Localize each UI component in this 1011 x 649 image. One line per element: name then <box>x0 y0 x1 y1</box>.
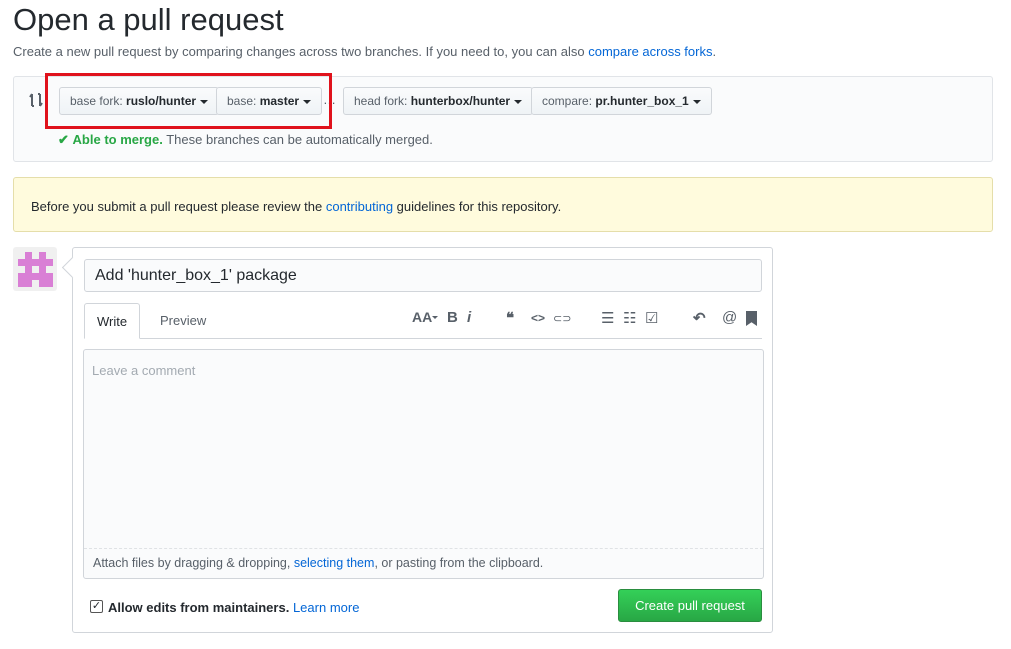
page-subtitle: Create a new pull request by comparing c… <box>13 44 717 59</box>
unordered-list-icon[interactable]: ☰ <box>601 309 614 327</box>
caret-down-icon <box>692 99 701 104</box>
header-icon[interactable]: AA <box>412 309 432 325</box>
selecting-them-link[interactable]: selecting them <box>294 556 375 570</box>
compare-arrows-icon <box>29 93 43 107</box>
compare-branch-select[interactable]: compare: pr.hunter_box_1 <box>531 87 712 115</box>
bold-icon[interactable]: B <box>447 309 458 326</box>
contributing-link[interactable]: contributing <box>326 199 393 214</box>
caret-down-icon <box>432 316 438 319</box>
check-icon: ✔ <box>58 132 69 147</box>
head-fork-select[interactable]: head fork: hunterbox/hunter <box>343 87 534 115</box>
compare-across-forks-link[interactable]: compare across forks <box>588 44 712 59</box>
mention-icon[interactable]: @ <box>722 309 737 326</box>
contributing-notice: Before you submit a pull request please … <box>13 177 993 232</box>
italic-icon[interactable]: i <box>467 309 471 326</box>
code-icon[interactable]: <> <box>531 311 545 325</box>
allow-edits-label: Allow edits from maintainers. Learn more <box>108 600 360 615</box>
allow-edits-checkbox[interactable]: ✓ <box>90 600 103 613</box>
highlight-box <box>45 73 332 129</box>
tab-write[interactable]: Write <box>84 303 141 339</box>
reply-icon[interactable]: ↶ <box>693 309 706 327</box>
tab-preview[interactable]: Preview <box>148 303 218 339</box>
learn-more-link[interactable]: Learn more <box>293 600 359 615</box>
avatar <box>13 247 57 291</box>
comment-placeholder: Leave a comment <box>92 363 196 378</box>
task-list-icon[interactable]: ☑ <box>645 309 658 327</box>
merge-status: ✔ Able to merge. These branches can be a… <box>58 132 433 147</box>
create-pull-request-button[interactable]: Create pull request <box>618 589 762 622</box>
attach-files-bar[interactable]: Attach files by dragging & dropping, sel… <box>84 548 763 578</box>
comment-textarea[interactable]: Leave a comment Attach files by dragging… <box>83 349 764 579</box>
link-icon[interactable]: ⊂⊃ <box>553 312 571 325</box>
ordered-list-icon[interactable]: ☷ <box>623 309 636 327</box>
page-title: Open a pull request <box>13 2 284 37</box>
title-input[interactable]: Add 'hunter_box_1' package <box>84 259 762 292</box>
quote-icon[interactable]: ❝ <box>506 309 514 327</box>
caret-down-icon <box>514 99 523 104</box>
